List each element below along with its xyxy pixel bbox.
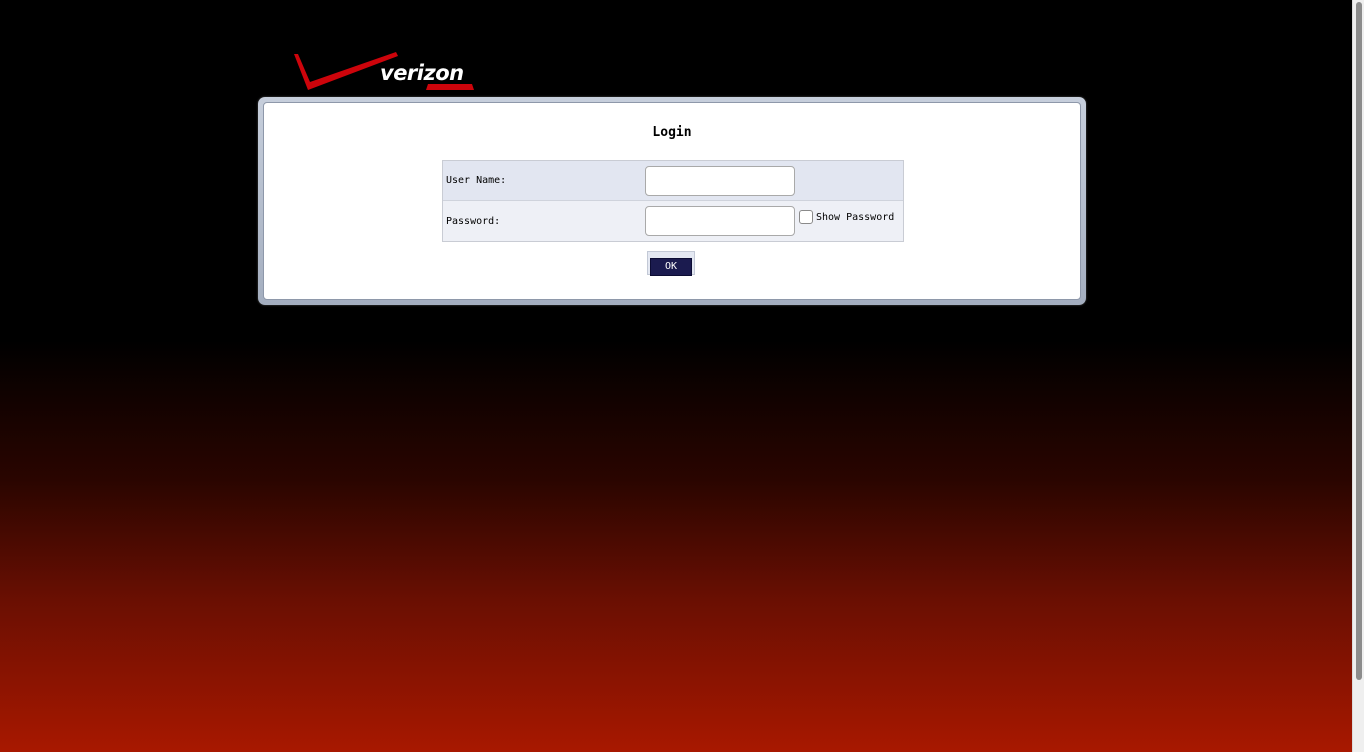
page-title: Login xyxy=(652,125,692,140)
password-row: Password: Show Password xyxy=(443,201,903,241)
logo-wordmark: verizon xyxy=(380,61,464,85)
password-input[interactable] xyxy=(645,206,795,236)
password-label: Password: xyxy=(446,215,501,227)
show-password-toggle[interactable]: Show Password xyxy=(799,210,894,224)
show-password-checkbox[interactable] xyxy=(799,210,813,224)
vertical-scrollbar[interactable] xyxy=(1352,0,1364,752)
verizon-logo: verizon xyxy=(294,52,480,92)
login-form: User Name: Password: Show Password xyxy=(442,160,904,242)
login-panel-body: Login User Name: Password: Show Password… xyxy=(263,102,1081,300)
username-input[interactable] xyxy=(645,165,795,196)
scrollbar-thumb[interactable] xyxy=(1356,2,1362,680)
login-panel: Login User Name: Password: Show Password… xyxy=(258,97,1086,305)
show-password-label[interactable]: Show Password xyxy=(816,212,894,223)
ok-button[interactable]: OK xyxy=(650,257,692,276)
username-label: User Name: xyxy=(446,175,507,186)
username-row: User Name: xyxy=(443,161,903,201)
ok-button-frame: OK xyxy=(647,251,695,276)
